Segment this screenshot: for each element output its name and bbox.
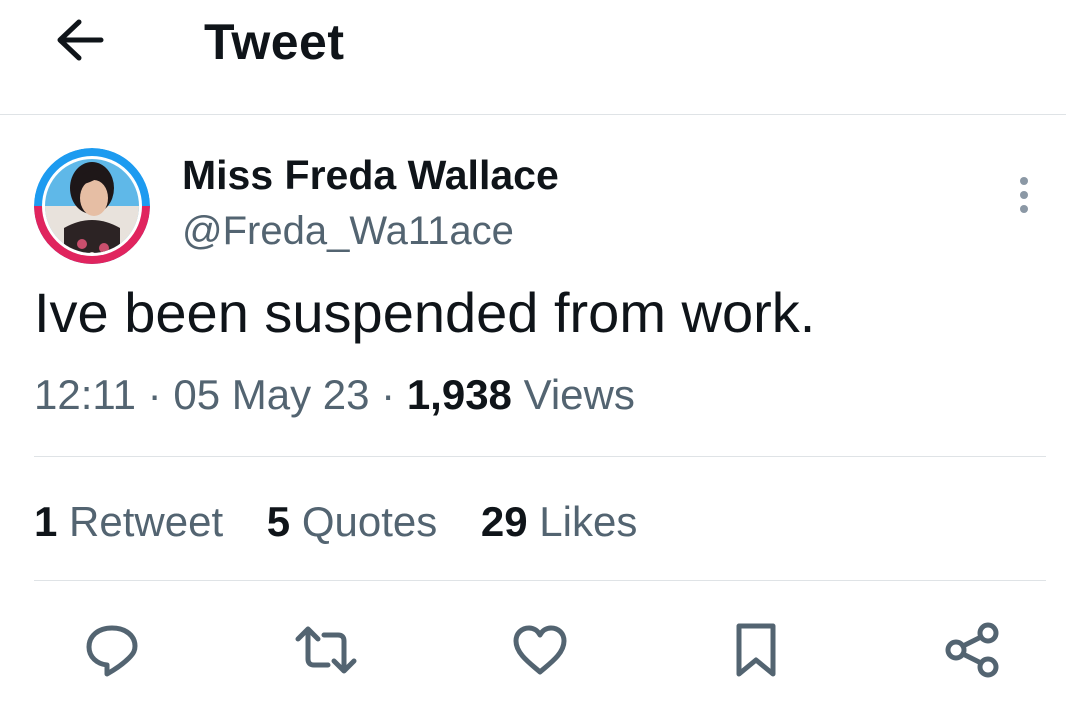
retweet-stat[interactable]: 1 Retweet [34,494,223,550]
user-handle[interactable]: @Freda_Wa11ace [182,206,514,256]
retweet-button[interactable] [294,618,358,682]
avatar[interactable] [34,148,150,264]
bookmark-icon [736,623,776,677]
retweet-icon [295,626,357,674]
share-button[interactable] [940,618,1004,682]
likes-stat[interactable]: 29 Likes [481,494,637,550]
meta-separator: · [147,371,162,418]
tweet-time[interactable]: 12:11 [34,371,136,418]
tweet-meta: 12:11 · 05 May 23 · 1,938 Views [34,368,635,422]
avatar-image [34,148,150,264]
tweet-date[interactable]: 05 May 23 [173,371,369,418]
views-count: 1,938 [406,371,512,418]
like-icon [513,625,567,675]
top-bar: Tweet [0,0,1066,115]
tweet-text: Ive been suspended from work. [34,281,816,344]
more-options-button[interactable] [1006,174,1042,216]
page-title: Tweet [204,14,345,70]
reply-icon [86,625,138,677]
divider [34,580,1046,581]
quotes-stat[interactable]: 5 Quotes [267,494,437,550]
more-vertical-icon [1020,177,1028,213]
views-label: Views [523,371,635,418]
divider [34,456,1046,457]
bookmark-button[interactable] [724,618,788,682]
user-name[interactable]: Miss Freda Wallace [182,150,559,200]
like-button[interactable] [508,618,572,682]
share-icon [945,622,999,678]
engagement-stats: 1 Retweet 5 Quotes 29 Likes [34,494,669,550]
reply-button[interactable] [80,618,144,682]
meta-separator: · [381,371,396,418]
arrow-left-icon [57,19,104,61]
back-button[interactable] [52,14,108,66]
